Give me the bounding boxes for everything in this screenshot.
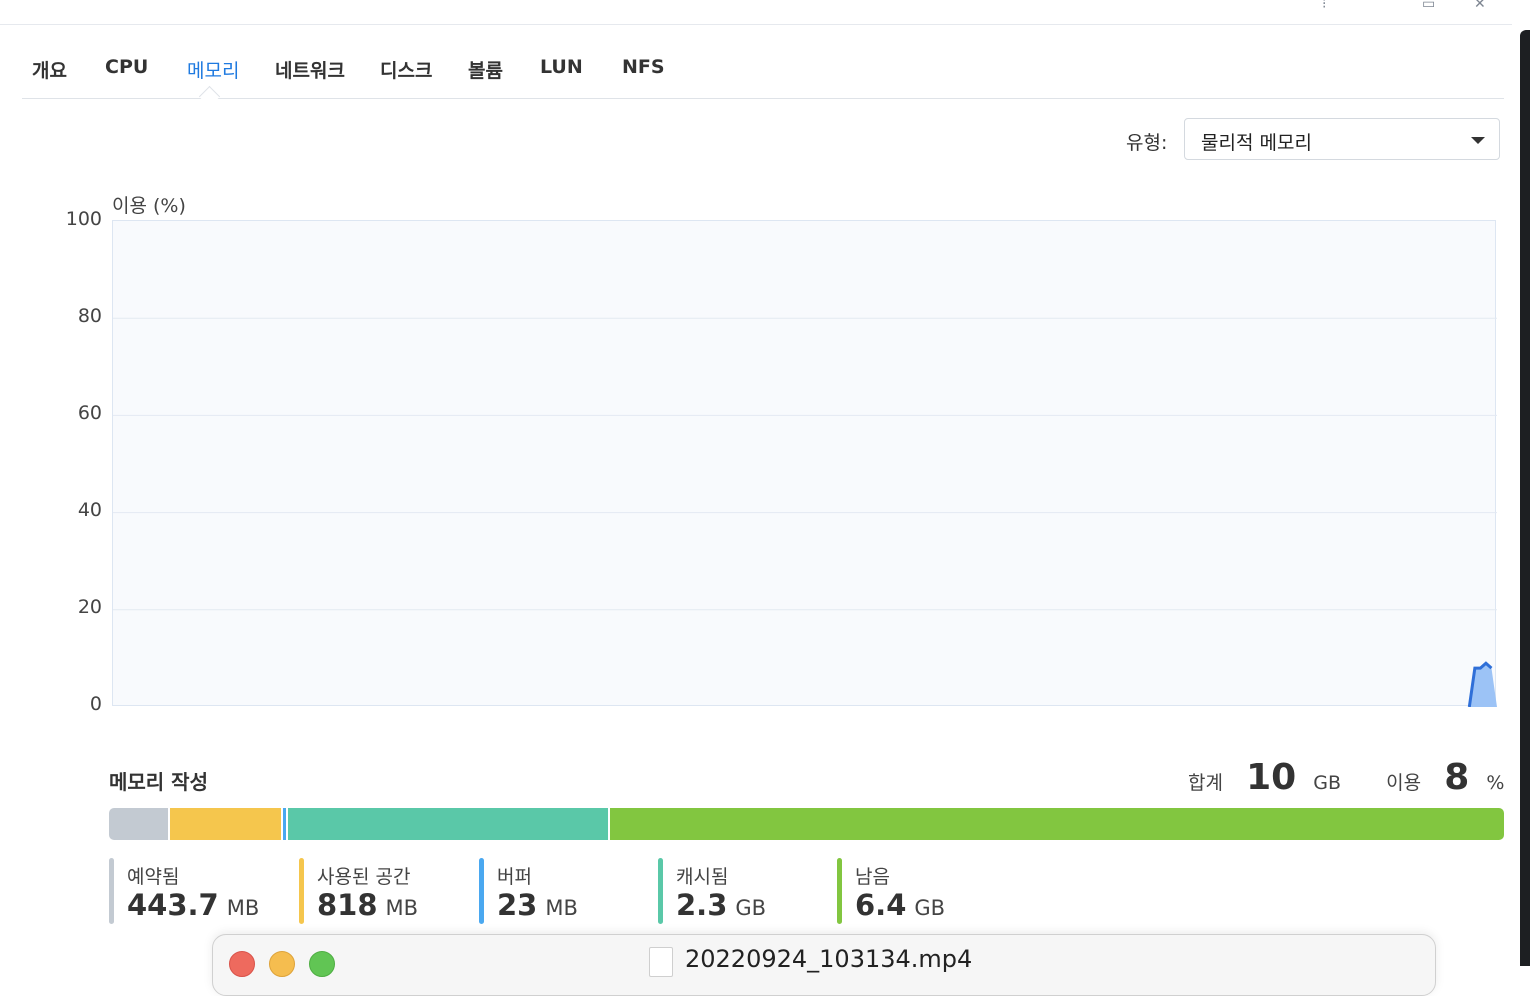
scrollbar-track[interactable] — [1520, 30, 1530, 966]
help-icon[interactable]: ⁝ — [1322, 0, 1326, 12]
usage-value: 8 — [1444, 757, 1470, 798]
minimize-window-button[interactable] — [269, 951, 295, 977]
y-tick-label: 20 — [77, 596, 102, 618]
legend-swatch — [299, 858, 304, 924]
composition-summary: 합계 10 GB 이용 8 % — [1188, 757, 1504, 801]
legend-name: 버퍼 — [497, 866, 532, 888]
usage-label: 이용 — [1386, 772, 1422, 794]
legend-name: 남음 — [855, 866, 890, 888]
legend-unit: MB — [385, 896, 419, 920]
legend-name: 예약됨 — [127, 866, 180, 888]
window-titlebar: ⁝ ▭ ✕ — [0, 0, 1512, 25]
active-tab-indicator — [198, 85, 221, 108]
legend-name: 캐시됨 — [676, 866, 729, 888]
legend-swatch — [658, 858, 663, 924]
composition-segment — [609, 808, 1504, 840]
legend-swatch — [109, 858, 114, 924]
finder-file-name: 20220924_103134.mp4 — [685, 945, 973, 973]
y-tick-label: 40 — [77, 499, 102, 521]
legend-swatch — [837, 858, 842, 924]
y-axis-title: 이용 (%) — [112, 195, 186, 217]
total-label: 합계 — [1188, 772, 1223, 794]
usage-unit: % — [1486, 772, 1505, 794]
legend-name: 사용된 공간 — [317, 866, 411, 888]
y-tick-label: 0 — [89, 693, 102, 715]
usage-chart-svg — [113, 317, 1497, 707]
composition-title: 메모리 작성 — [109, 770, 208, 794]
total-value: 10 — [1246, 757, 1297, 798]
dropdown-arrow-icon — [1471, 137, 1485, 144]
usage-chart — [112, 220, 1497, 707]
composition-bar — [109, 808, 1504, 840]
legend-unit: GB — [735, 896, 767, 920]
tab-volume[interactable]: 볼륨 — [468, 56, 503, 83]
type-filter-label: 유형: — [1126, 132, 1168, 154]
y-tick-label: 100 — [65, 208, 102, 230]
legend-value: 2.3 — [676, 888, 728, 922]
legend-value: 23 — [497, 888, 538, 922]
type-select[interactable]: 물리적 메모리 — [1184, 118, 1500, 160]
composition-segment — [109, 808, 171, 840]
tab-lun[interactable]: LUN — [540, 56, 583, 78]
maximize-icon[interactable]: ▭ — [1422, 0, 1435, 12]
window-edge — [1512, 0, 1520, 24]
total-unit: GB — [1313, 772, 1342, 794]
tab-nfs[interactable]: NFS — [622, 56, 665, 78]
close-window-button[interactable] — [229, 951, 255, 977]
legend-unit: GB — [914, 896, 946, 920]
composition-segment — [287, 808, 610, 840]
composition-segment — [170, 808, 284, 840]
close-icon[interactable]: ✕ — [1474, 0, 1486, 12]
legend-value: 443.7 — [127, 888, 219, 922]
file-icon — [649, 947, 673, 977]
tab-overview[interactable]: 개요 — [32, 56, 67, 83]
legend-unit: MB — [545, 896, 578, 920]
legend-unit: MB — [226, 896, 260, 920]
tab-disk[interactable]: 디스크 — [380, 56, 432, 83]
finder-window: 20220924_103134.mp4 — [212, 934, 1436, 996]
tab-bar: 개요 CPU 메모리 네트워크 디스크 볼륨 LUN NFS — [22, 50, 1504, 108]
tab-memory[interactable]: 메모리 — [187, 56, 239, 83]
y-tick-label: 60 — [77, 402, 102, 424]
legend-swatch — [479, 858, 484, 924]
y-tick-label: 80 — [77, 305, 102, 327]
legend-value: 818 — [317, 888, 378, 922]
legend-value: 6.4 — [855, 888, 907, 922]
tab-network[interactable]: 네트워크 — [275, 56, 345, 83]
tab-cpu[interactable]: CPU — [105, 56, 148, 78]
zoom-window-button[interactable] — [309, 951, 335, 977]
type-select-value: 물리적 메모리 — [1201, 132, 1312, 154]
